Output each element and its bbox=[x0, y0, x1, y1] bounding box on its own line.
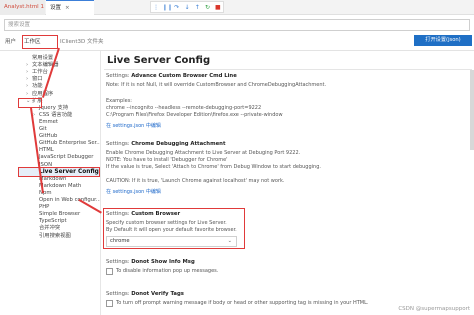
tree-item[interactable]: Git bbox=[33, 126, 47, 133]
tree-item[interactable]: Live Server Config bbox=[33, 169, 99, 176]
tree-item-label: JavaScript Debugger bbox=[39, 154, 94, 161]
setting-desc-line: chrome --incognito --headless --remote-d… bbox=[106, 105, 262, 111]
tree-item[interactable]: Emmet bbox=[33, 119, 58, 126]
tree-item[interactable]: Open in Web configur... bbox=[33, 197, 101, 204]
tree-item[interactable]: ›应用程序 bbox=[26, 91, 53, 98]
setting-desc-line: By Default it will open your default fav… bbox=[106, 227, 237, 233]
setting-prefix: Settings: bbox=[106, 211, 132, 217]
step-into-icon[interactable]: ↓ bbox=[183, 4, 191, 11]
close-icon[interactable]: × bbox=[65, 5, 70, 11]
setting-desc-line: Note: If it is not Null, it will overrid… bbox=[106, 82, 327, 88]
tree-item-label: HTML bbox=[39, 147, 54, 154]
pause-icon[interactable]: ❙❙ bbox=[162, 4, 172, 11]
setting-prefix: Settings: bbox=[106, 259, 132, 265]
setting-desc-line: Examples: bbox=[106, 98, 132, 104]
tree-item[interactable]: › 功能 bbox=[26, 83, 43, 90]
tree-item-label: Emmet bbox=[39, 118, 59, 125]
tree-item-label: PHP bbox=[39, 204, 50, 211]
setting-desc-line: CAUTION: If it is true, 'Launch Chrome a… bbox=[106, 178, 285, 184]
tree-item-label: 功能 bbox=[32, 83, 43, 90]
tree-item-label: 窗口 bbox=[32, 76, 43, 83]
editor-tab-bar: Analyst.html 1 设置 × ⋮ ❙❙ ↷ ↓ ↑ ↻ ■ bbox=[0, 0, 474, 15]
annotation-box-extensions bbox=[18, 98, 42, 108]
scope-tab-folder[interactable]: IClient3D 文件夹 bbox=[60, 37, 104, 47]
step-over-icon[interactable]: ↷ bbox=[173, 4, 181, 11]
scope-tab-user[interactable]: 用户 bbox=[5, 37, 16, 47]
watermark: CSDN @supermapsupport bbox=[398, 306, 470, 312]
tree-item[interactable]: JavaScript Debugger bbox=[33, 154, 93, 161]
tree-item-label: Markdown bbox=[39, 175, 67, 182]
tree-item[interactable]: 常用设置 bbox=[26, 55, 53, 62]
setting-title-custom-browser: Settings: Custom Browser bbox=[106, 211, 180, 218]
setting-desc-line: NOTE: You have to install 'Debugger for … bbox=[106, 157, 228, 163]
tree-item[interactable]: GitHub Enterprise Ser... bbox=[33, 140, 101, 147]
checkbox-label: To turn off prompt warning message if bo… bbox=[116, 300, 369, 306]
tree-item-label: 引用搜索视图 bbox=[39, 232, 71, 239]
setting-name: Donot Show Info Msg bbox=[131, 259, 195, 265]
divider bbox=[100, 51, 101, 315]
tree-item-label: TypeScript bbox=[39, 218, 67, 225]
tree-item-label: 常用设置 bbox=[32, 55, 54, 61]
divider bbox=[0, 50, 474, 51]
tree-item-label: GitHub bbox=[39, 133, 58, 140]
search-placeholder: 搜索设置 bbox=[8, 22, 31, 28]
tree-item[interactable]: PHP bbox=[33, 204, 49, 211]
stop-icon[interactable]: ■ bbox=[214, 4, 222, 11]
open-settings-json-button[interactable]: 打开设置(json) bbox=[414, 35, 472, 46]
page-title: Live Server Config bbox=[107, 55, 211, 66]
setting-desc-line: If the value is true, Select 'Attach to … bbox=[106, 164, 321, 170]
settings-search-input[interactable]: 搜索设置 bbox=[4, 19, 470, 31]
drag-handle-icon[interactable]: ⋮ bbox=[152, 4, 160, 11]
setting-title-chrome-debug: Settings: Chrome Debugging Attachment bbox=[106, 141, 226, 148]
setting-name: Chrome Debugging Attachment bbox=[131, 141, 226, 147]
tree-item-label: 合并冲突 bbox=[39, 225, 61, 232]
scrollbar[interactable] bbox=[470, 70, 474, 150]
setting-name: Custom Browser bbox=[131, 211, 181, 217]
tree-item-label: Markdown Math bbox=[39, 182, 82, 189]
tree-item-label: Git bbox=[39, 126, 47, 132]
chevron-down-icon: ⌄ bbox=[227, 238, 232, 244]
edit-in-settings-json-link[interactable]: 在 settings.json 中编辑 bbox=[106, 123, 161, 130]
setting-title-dont-show-info: Settings: Donot Show Info Msg bbox=[106, 259, 195, 266]
tab-settings[interactable]: 设置 × bbox=[46, 0, 94, 15]
divider bbox=[104, 69, 472, 70]
tree-item[interactable]: › CSS 语言功能 bbox=[33, 112, 72, 119]
setting-title-dont-verify-tags: Settings: Donot Verify Tags bbox=[106, 291, 184, 298]
debug-toolbar: ⋮ ❙❙ ↷ ↓ ↑ ↻ ■ bbox=[150, 1, 224, 13]
tree-item-label: Open in Web configur... bbox=[39, 197, 101, 203]
tree-item[interactable]: Simple Browser bbox=[33, 211, 80, 218]
tree-item-label: Simple Browser bbox=[39, 211, 81, 218]
tree-item-label: GitHub Enterprise Ser... bbox=[39, 140, 102, 147]
tree-item-label: 工作台 bbox=[32, 69, 48, 76]
step-out-icon[interactable]: ↑ bbox=[193, 4, 201, 11]
custom-browser-select[interactable]: chrome ⌄ bbox=[106, 236, 237, 247]
tree-item-label: Jquery 支持 bbox=[39, 104, 69, 111]
tree-item-label: CSS 语言功能 bbox=[39, 111, 73, 118]
setting-prefix: Settings: bbox=[106, 141, 132, 147]
setting-desc-line: Specify custom browser settings for Live… bbox=[106, 220, 227, 226]
edit-in-settings-json-link[interactable]: 在 settings.json 中编辑 bbox=[106, 189, 161, 196]
tab-label: Analyst.html 1 bbox=[4, 4, 44, 10]
tree-item[interactable]: GitHub bbox=[33, 133, 57, 140]
setting-prefix: Settings: bbox=[106, 73, 132, 79]
checkbox-label: To disable information pop up messages. bbox=[116, 268, 219, 274]
setting-name: Advance Custom Browser Cmd Line bbox=[131, 73, 237, 79]
dont-show-info-checkbox[interactable] bbox=[106, 268, 113, 275]
select-value: chrome bbox=[110, 238, 130, 244]
setting-title-advance-cmd: Settings: Advance Custom Browser Cmd Lin… bbox=[106, 73, 237, 80]
setting-desc-line: C:\Program Files\Firefox Developer Editi… bbox=[106, 112, 283, 118]
setting-desc-line: Enable Chrome Debugging Attachment to Li… bbox=[106, 150, 301, 156]
tab-label: 设置 bbox=[50, 5, 62, 11]
annotation-box-workspace bbox=[22, 35, 58, 49]
dont-verify-tags-checkbox[interactable] bbox=[106, 300, 113, 307]
tab-analyst-html[interactable]: Analyst.html 1 bbox=[0, 0, 45, 15]
setting-prefix: Settings: bbox=[106, 291, 132, 297]
restart-icon[interactable]: ↻ bbox=[204, 4, 212, 11]
setting-name: Donot Verify Tags bbox=[131, 291, 184, 297]
tree-item[interactable]: 合并冲突 bbox=[33, 225, 60, 232]
tree-item[interactable]: Markdown bbox=[33, 176, 66, 183]
tree-item-label: Live Server Config bbox=[39, 168, 99, 175]
tree-item[interactable]: 引用搜索视图 bbox=[33, 233, 71, 240]
